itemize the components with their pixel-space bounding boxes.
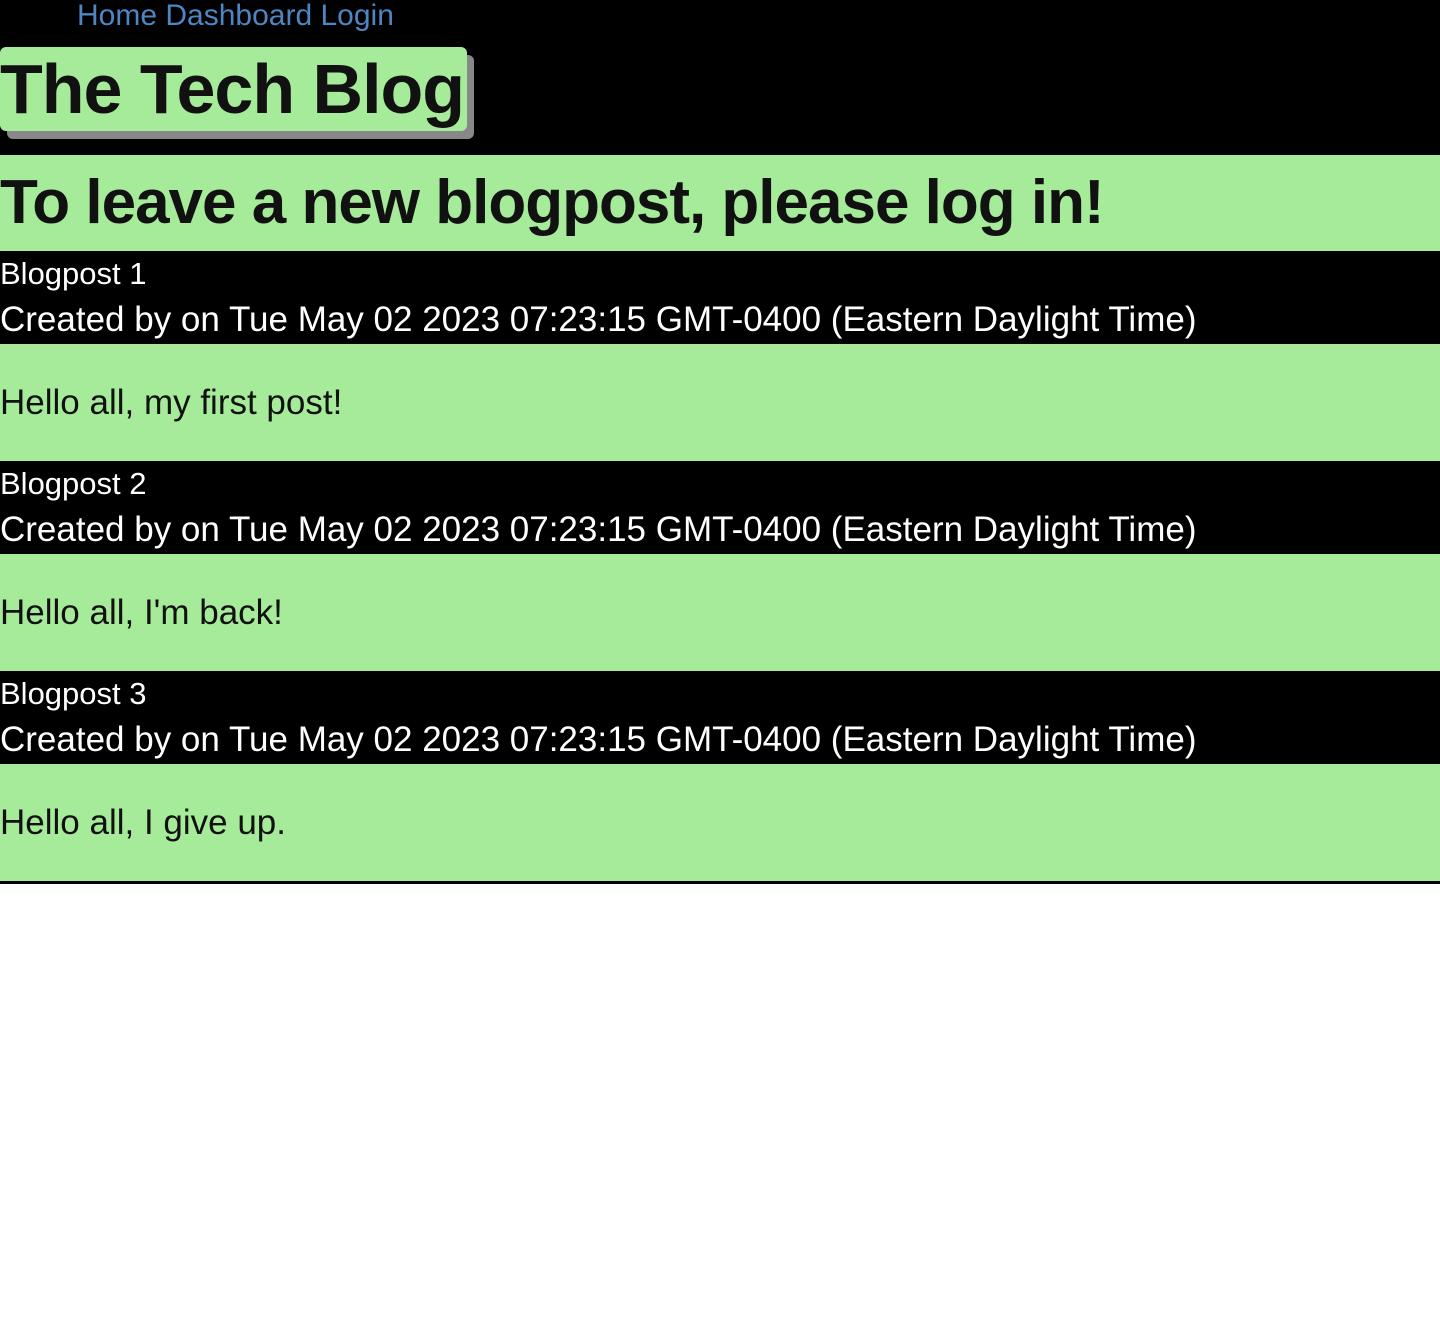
divider: [0, 881, 1440, 884]
post-body: Hello all, I'm back!: [0, 554, 1440, 671]
login-prompt-heading: To leave a new blogpost, please log in!: [0, 168, 1105, 237]
nav-login-link[interactable]: Login: [320, 0, 393, 32]
post-meta: Created by on Tue May 02 2023 07:23:15 G…: [0, 510, 1197, 549]
post-body: Hello all, I give up.: [0, 764, 1440, 881]
site-title: The Tech Blog: [0, 47, 468, 131]
post-list: Blogpost 1 Created by on Tue May 02 2023…: [0, 251, 1440, 884]
post-title: Blogpost 3: [0, 676, 147, 711]
site-header: Home Dashboard Login The Tech Blog: [0, 0, 1440, 155]
post-header[interactable]: Blogpost 2 Created by on Tue May 02 2023…: [0, 461, 1440, 554]
main-nav: Home Dashboard Login: [77, 0, 394, 34]
post-item: Blogpost 2 Created by on Tue May 02 2023…: [0, 461, 1440, 671]
post-meta: Created by on Tue May 02 2023 07:23:15 G…: [0, 300, 1197, 339]
post-item: Blogpost 1 Created by on Tue May 02 2023…: [0, 251, 1440, 461]
post-title: Blogpost 1: [0, 256, 147, 291]
post-meta: Created by on Tue May 02 2023 07:23:15 G…: [0, 720, 1197, 759]
post-content: Hello all, I'm back!: [0, 593, 283, 632]
post-header[interactable]: Blogpost 3 Created by on Tue May 02 2023…: [0, 671, 1440, 764]
post-content: Hello all, I give up.: [0, 803, 286, 842]
post-item: Blogpost 3 Created by on Tue May 02 2023…: [0, 671, 1440, 881]
post-title: Blogpost 2: [0, 466, 147, 501]
post-content: Hello all, my first post!: [0, 383, 343, 422]
post-header[interactable]: Blogpost 1 Created by on Tue May 02 2023…: [0, 251, 1440, 344]
login-prompt-banner: To leave a new blogpost, please log in!: [0, 155, 1440, 251]
nav-dashboard-link[interactable]: Dashboard: [165, 0, 312, 32]
nav-home-link[interactable]: Home: [77, 0, 157, 32]
logo-wrapper: The Tech Blog: [0, 47, 468, 131]
post-body: Hello all, my first post!: [0, 344, 1440, 461]
